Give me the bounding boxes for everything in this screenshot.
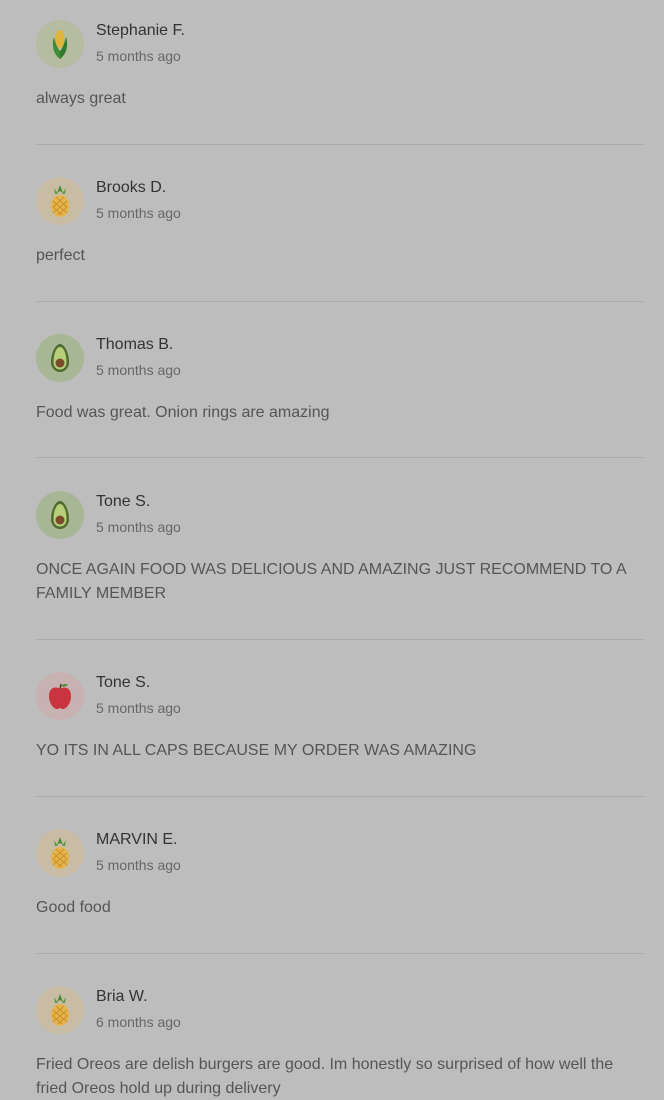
review-text: ONCE AGAIN FOOD WAS DELICIOUS AND AMAZIN… (36, 561, 626, 602)
reviewer-avatar (36, 986, 84, 1034)
reviewer-name: Tone S. (96, 674, 151, 691)
review-time: 5 months ago (96, 205, 181, 221)
review-text: YO ITS IN ALL CAPS BECAUSE MY ORDER WAS … (36, 742, 477, 759)
review-item: Stephanie F. 5 months ago always great (36, 20, 644, 145)
pineapple-icon (51, 994, 69, 1026)
review-item: Thomas B. 5 months ago Food was great. O… (36, 334, 644, 458)
reviews-list: Stephanie F. 5 months ago always great B… (0, 0, 664, 1100)
review-time: 5 months ago (96, 362, 181, 378)
review-time: 5 months ago (96, 700, 181, 716)
corn-icon (52, 30, 68, 59)
review-text: perfect (36, 247, 85, 264)
avocado-icon (51, 501, 69, 529)
reviewer-avatar (36, 829, 84, 877)
reviewer-name: Brooks D. (96, 179, 167, 196)
review-item: Bria W. 6 months ago Fried Oreos are del… (36, 986, 644, 1100)
pineapple-icon (51, 185, 69, 217)
reviewer-name: Bria W. (96, 988, 148, 1005)
review-item: Brooks D. 5 months ago perfect (36, 177, 644, 302)
reviewer-avatar (36, 334, 84, 382)
review-time: 5 months ago (96, 519, 181, 535)
review-item: Tone S. 5 months ago ONCE AGAIN FOOD WAS… (36, 491, 644, 640)
reviewer-avatar (36, 20, 84, 68)
apple-icon (49, 683, 71, 709)
review-text: always great (36, 90, 126, 107)
reviewer-avatar (36, 491, 84, 539)
review-text: Fried Oreos are delish burgers are good.… (36, 1056, 614, 1097)
review-time: 5 months ago (96, 48, 181, 64)
review-item: MARVIN E. 5 months ago Good food (36, 829, 644, 954)
reviewer-avatar (36, 672, 84, 720)
reviewer-avatar (36, 177, 84, 225)
pineapple-icon (51, 837, 69, 869)
reviewer-name: Thomas B. (96, 336, 174, 353)
review-text: Food was great. Onion rings are amazing (36, 404, 330, 421)
avocado-icon (51, 344, 69, 372)
review-text: Good food (36, 899, 111, 916)
review-time: 5 months ago (96, 857, 181, 873)
reviewer-name: Stephanie F. (96, 22, 185, 39)
reviewer-name: Tone S. (96, 493, 151, 510)
review-item: Tone S. 5 months ago YO ITS IN ALL CAPS … (36, 672, 644, 797)
reviewer-name: MARVIN E. (96, 831, 178, 848)
review-time: 6 months ago (96, 1014, 181, 1030)
